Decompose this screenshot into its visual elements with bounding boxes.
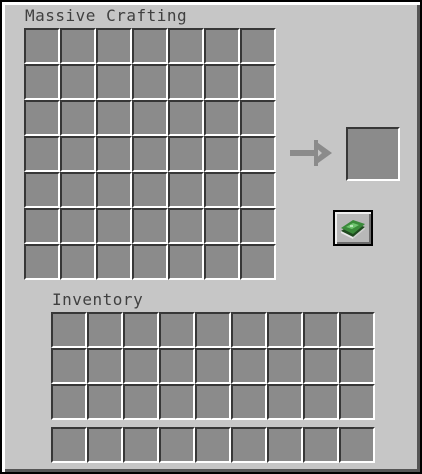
crafting-slot[interactable] xyxy=(204,136,240,172)
inventory-slot[interactable] xyxy=(339,384,375,420)
hotbar-slot[interactable] xyxy=(267,427,303,463)
crafting-result-slot[interactable] xyxy=(346,127,400,181)
crafting-slot[interactable] xyxy=(168,100,204,136)
inventory-slot[interactable] xyxy=(303,312,339,348)
inventory-slot[interactable] xyxy=(231,384,267,420)
inventory-slot[interactable] xyxy=(51,384,87,420)
crafting-slot[interactable] xyxy=(204,28,240,64)
inventory-slot[interactable] xyxy=(51,348,87,384)
crafting-slot[interactable] xyxy=(132,136,168,172)
crafting-slot[interactable] xyxy=(24,208,60,244)
crafting-slot[interactable] xyxy=(60,172,96,208)
crafting-slot[interactable] xyxy=(240,172,276,208)
crafting-slot[interactable] xyxy=(132,208,168,244)
hotbar-slot[interactable] xyxy=(339,427,375,463)
crafting-slot[interactable] xyxy=(204,64,240,100)
inventory-slot[interactable] xyxy=(195,384,231,420)
inventory-slot[interactable] xyxy=(87,312,123,348)
crafting-slot[interactable] xyxy=(240,64,276,100)
crafting-slot[interactable] xyxy=(168,136,204,172)
crafting-slot[interactable] xyxy=(132,64,168,100)
recipe-book-icon xyxy=(341,220,365,239)
crafting-slot[interactable] xyxy=(132,100,168,136)
inventory-slot[interactable] xyxy=(123,312,159,348)
crafting-slot[interactable] xyxy=(132,28,168,64)
inventory-label: Inventory xyxy=(52,290,144,309)
inventory-slot[interactable] xyxy=(231,312,267,348)
crafting-slot[interactable] xyxy=(60,136,96,172)
hotbar-slot[interactable] xyxy=(195,427,231,463)
inventory-slot[interactable] xyxy=(51,312,87,348)
massive-crafting-window: Massive Crafting Inventory xyxy=(0,0,422,474)
crafting-slot[interactable] xyxy=(168,244,204,280)
inventory-slot[interactable] xyxy=(87,348,123,384)
crafting-slot[interactable] xyxy=(96,208,132,244)
inventory-slot[interactable] xyxy=(339,312,375,348)
crafting-slot[interactable] xyxy=(60,64,96,100)
crafting-slot[interactable] xyxy=(168,64,204,100)
crafting-slot[interactable] xyxy=(24,100,60,136)
crafting-slot[interactable] xyxy=(168,208,204,244)
inventory-slot[interactable] xyxy=(267,348,303,384)
crafting-slot[interactable] xyxy=(24,28,60,64)
crafting-slot[interactable] xyxy=(204,172,240,208)
crafting-slot[interactable] xyxy=(60,208,96,244)
hotbar-slot[interactable] xyxy=(123,427,159,463)
crafting-slot[interactable] xyxy=(240,244,276,280)
crafting-slot[interactable] xyxy=(24,172,60,208)
inventory-slot[interactable] xyxy=(159,348,195,384)
crafting-slot[interactable] xyxy=(96,28,132,64)
inventory-slot[interactable] xyxy=(195,348,231,384)
crafting-slot[interactable] xyxy=(96,172,132,208)
crafting-slot[interactable] xyxy=(60,100,96,136)
recipe-book-button[interactable] xyxy=(333,210,373,246)
crafting-slot[interactable] xyxy=(24,64,60,100)
inventory-slot[interactable] xyxy=(87,384,123,420)
crafting-slot[interactable] xyxy=(132,172,168,208)
crafting-slot[interactable] xyxy=(132,244,168,280)
hotbar-slot[interactable] xyxy=(159,427,195,463)
crafting-slot[interactable] xyxy=(240,28,276,64)
inventory-slot[interactable] xyxy=(267,384,303,420)
inventory-slot[interactable] xyxy=(195,312,231,348)
inventory-slot[interactable] xyxy=(123,348,159,384)
crafting-grid xyxy=(24,28,276,280)
crafting-slot[interactable] xyxy=(240,208,276,244)
crafting-slot[interactable] xyxy=(96,100,132,136)
hotbar-slot[interactable] xyxy=(231,427,267,463)
inventory-grid xyxy=(51,312,375,420)
crafting-slot[interactable] xyxy=(24,136,60,172)
crafting-slot[interactable] xyxy=(168,28,204,64)
inventory-slot[interactable] xyxy=(303,348,339,384)
inventory-slot[interactable] xyxy=(159,384,195,420)
crafting-slot[interactable] xyxy=(168,172,204,208)
inventory-slot[interactable] xyxy=(303,384,339,420)
hotbar-grid xyxy=(51,427,375,463)
crafting-slot[interactable] xyxy=(96,64,132,100)
crafting-slot[interactable] xyxy=(240,100,276,136)
crafting-slot[interactable] xyxy=(204,100,240,136)
crafting-slot[interactable] xyxy=(96,136,132,172)
crafting-slot[interactable] xyxy=(204,208,240,244)
crafting-slot[interactable] xyxy=(96,244,132,280)
inventory-slot[interactable] xyxy=(159,312,195,348)
hotbar-slot[interactable] xyxy=(51,427,87,463)
inventory-slot[interactable] xyxy=(267,312,303,348)
inventory-slot[interactable] xyxy=(123,384,159,420)
hotbar-slot[interactable] xyxy=(303,427,339,463)
window-title: Massive Crafting xyxy=(25,6,188,25)
arrow-right-icon xyxy=(290,140,332,166)
crafting-slot[interactable] xyxy=(60,28,96,64)
inventory-slot[interactable] xyxy=(231,348,267,384)
crafting-slot[interactable] xyxy=(204,244,240,280)
inventory-slot[interactable] xyxy=(339,348,375,384)
crafting-slot[interactable] xyxy=(24,244,60,280)
crafting-slot[interactable] xyxy=(60,244,96,280)
hotbar-slot[interactable] xyxy=(87,427,123,463)
crafting-slot[interactable] xyxy=(240,136,276,172)
